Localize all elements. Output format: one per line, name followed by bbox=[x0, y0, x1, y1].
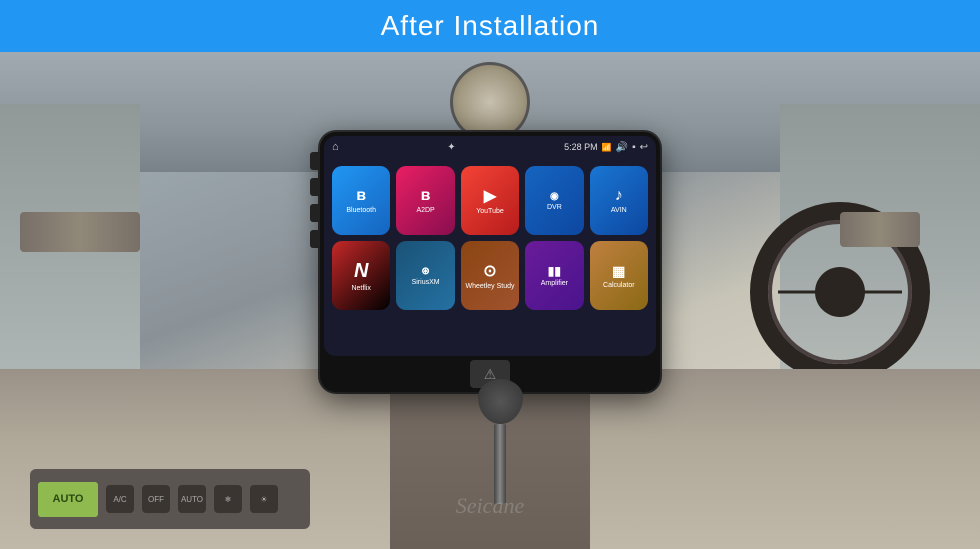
app-amplifier[interactable]: ▮▮ Amplifier bbox=[525, 241, 583, 310]
center-android-unit: ⌂ ✦ 5:28 PM 📶 🔊 ▪ ↩ ʙ Bluetooth bbox=[320, 132, 660, 392]
header-title: After Installation bbox=[381, 10, 600, 42]
dvr-icon: ◉ bbox=[550, 191, 559, 202]
app-a2dp-label: A2DP bbox=[416, 207, 434, 214]
status-bar: ⌂ ✦ 5:28 PM 📶 🔊 ▪ ↩ bbox=[324, 136, 656, 158]
gear-shaft bbox=[494, 424, 506, 504]
back-icon[interactable]: ↩ bbox=[640, 142, 648, 153]
a2dp-icon: ʙ bbox=[421, 187, 431, 205]
netflix-icon: N bbox=[354, 260, 368, 283]
bt-indicator: ✦ bbox=[447, 142, 455, 153]
app-wheetley-label: Wheetley Study bbox=[465, 283, 514, 290]
app-a2dp[interactable]: ʙ A2DP bbox=[396, 166, 454, 235]
calculator-icon: ▦ bbox=[612, 263, 625, 280]
temp-button[interactable]: ☀ bbox=[250, 485, 278, 513]
app-wheetley[interactable]: ⊙ Wheetley Study bbox=[461, 241, 519, 310]
battery-icon: ▪ bbox=[632, 142, 636, 153]
status-icons: 5:28 PM 📶 🔊 ▪ ↩ bbox=[564, 142, 648, 153]
app-calculator[interactable]: ▦ Calculator bbox=[590, 241, 648, 310]
app-siriusxm[interactable]: ⊛ SiriusXM bbox=[396, 241, 454, 310]
volume-down-button[interactable] bbox=[310, 204, 320, 222]
android-screen: ⌂ ✦ 5:28 PM 📶 🔊 ▪ ↩ ʙ Bluetooth bbox=[324, 136, 656, 356]
car-interior: ⌂ ✦ 5:28 PM 📶 🔊 ▪ ↩ ʙ Bluetooth bbox=[0, 52, 980, 549]
app-netflix[interactable]: N Netflix bbox=[332, 241, 390, 310]
app-avin[interactable]: ♪ AVIN bbox=[590, 166, 648, 235]
fan-button[interactable]: ❄ bbox=[214, 485, 242, 513]
left-panel bbox=[0, 104, 140, 404]
temp-icon: ☀ bbox=[260, 495, 267, 504]
home-icon[interactable]: ⌂ bbox=[332, 141, 339, 153]
wheetley-icon: ⊙ bbox=[483, 261, 496, 281]
power-button[interactable] bbox=[310, 152, 320, 170]
siriusxm-icon: ⊛ bbox=[421, 266, 429, 277]
side-buttons bbox=[310, 152, 320, 248]
app-bluetooth[interactable]: ʙ Bluetooth bbox=[332, 166, 390, 235]
speedometer-gauge bbox=[450, 62, 530, 142]
avin-icon: ♪ bbox=[615, 187, 623, 205]
signal-icon: 📶 bbox=[602, 143, 612, 152]
fan-icon: ❄ bbox=[225, 495, 232, 504]
app-netflix-label: Netflix bbox=[351, 285, 370, 292]
amplifier-icon: ▮▮ bbox=[548, 264, 561, 278]
vent-left bbox=[20, 212, 140, 252]
app-youtube[interactable]: ▶ YouTube bbox=[461, 166, 519, 235]
ac-label: A/C bbox=[113, 495, 126, 504]
gear-shift bbox=[470, 379, 530, 499]
page-wrapper: After Installation bbox=[0, 0, 980, 549]
header-bar: After Installation bbox=[0, 0, 980, 52]
apps-grid: ʙ Bluetooth ʙ A2DP ▶ YouTube ◉ DVR bbox=[324, 158, 656, 318]
app-bluetooth-label: Bluetooth bbox=[346, 207, 376, 214]
volume-icon: 🔊 bbox=[616, 142, 628, 153]
gear-head bbox=[478, 379, 523, 424]
off-button[interactable]: OFF bbox=[142, 485, 170, 513]
app-youtube-label: YouTube bbox=[476, 208, 504, 215]
app-dvr-label: DVR bbox=[547, 204, 562, 211]
app-amplifier-label: Amplifier bbox=[541, 280, 568, 287]
app-calculator-label: Calculator bbox=[603, 282, 635, 289]
youtube-icon: ▶ bbox=[484, 186, 496, 206]
ac-controls: AUTO A/C OFF AUTO ❄ ☀ bbox=[30, 469, 310, 529]
ac-button[interactable]: A/C bbox=[106, 485, 134, 513]
ac-display-text: AUTO bbox=[53, 493, 84, 505]
ac-display: AUTO bbox=[38, 482, 98, 517]
nav-button[interactable] bbox=[310, 230, 320, 248]
app-avin-label: AVIN bbox=[611, 207, 627, 214]
app-siriusxm-label: SiriusXM bbox=[412, 279, 440, 286]
bluetooth-icon: ʙ bbox=[356, 187, 366, 205]
app-dvr[interactable]: ◉ DVR bbox=[525, 166, 583, 235]
auto-label: AUTO bbox=[181, 495, 203, 504]
vent-right bbox=[840, 212, 920, 247]
volume-up-button[interactable] bbox=[310, 178, 320, 196]
auto-button[interactable]: AUTO bbox=[178, 485, 206, 513]
off-label: OFF bbox=[148, 495, 164, 504]
status-time: 5:28 PM bbox=[564, 142, 598, 152]
